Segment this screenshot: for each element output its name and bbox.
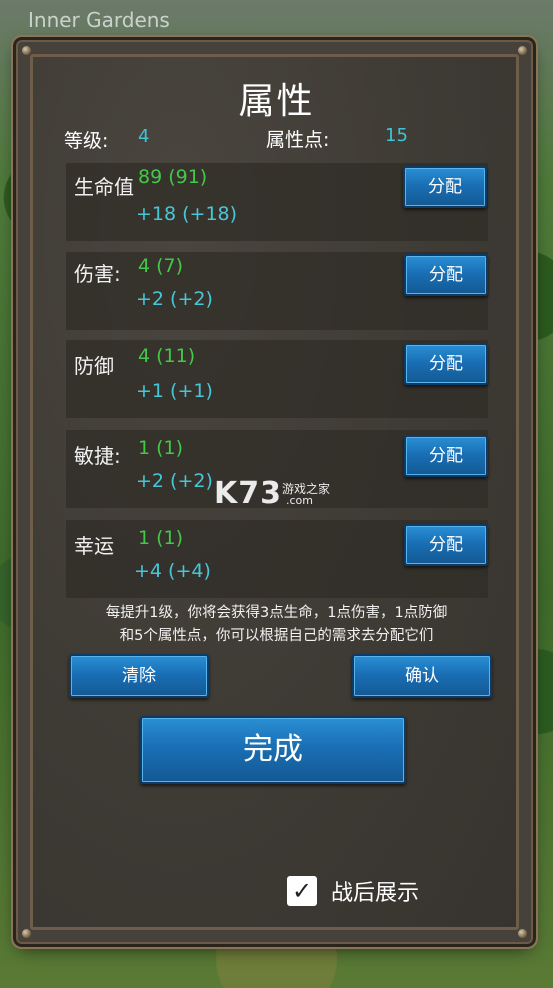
stat-name: 生命值 — [74, 175, 134, 199]
checkmark-icon: ✓ — [291, 877, 313, 905]
attribute-points-label: 属性点: — [266, 129, 330, 151]
stat-current-value: 4 (7) — [138, 255, 184, 277]
stat-current-value: 1 (1) — [138, 527, 184, 549]
clear-button[interactable]: 清除 — [69, 654, 209, 698]
level-up-note-line2: 和5个属性点，你可以根据自己的需求去分配它们 — [119, 628, 434, 644]
rivet-icon — [22, 929, 31, 938]
stat-name: 敏捷: — [74, 444, 121, 468]
show-after-battle-checkbox[interactable]: ✓ — [287, 876, 317, 906]
allocate-hp-button[interactable]: 分配 — [403, 166, 487, 208]
map-location-name: Inner Gardens — [28, 8, 170, 32]
stat-name: 防御 — [74, 354, 114, 378]
watermark-logo: K73 — [214, 476, 282, 511]
rivet-icon — [518, 46, 527, 55]
stat-bonus-value: +1 (+1) — [136, 380, 213, 402]
stat-name: 伤害: — [74, 262, 121, 286]
level-label: 等级: — [64, 130, 109, 152]
k73-watermark: K73 游戏之家 .com — [214, 476, 330, 511]
watermark-domain: .com — [286, 494, 313, 507]
rivet-icon — [22, 46, 31, 55]
attribute-points-value: 15 — [385, 125, 408, 146]
stat-bonus-value: +18 (+18) — [136, 203, 238, 225]
done-button[interactable]: 完成 — [140, 716, 406, 784]
allocate-defense-button[interactable]: 分配 — [404, 343, 488, 385]
level-up-note-line1: 每提升1级，你将会获得3点生命，1点伤害，1点防御 — [105, 605, 448, 621]
stat-bonus-value: +2 (+2) — [136, 288, 213, 310]
panel-title: 属性 — [238, 81, 315, 122]
stat-name: 幸运 — [74, 534, 114, 558]
level-value: 4 — [138, 126, 150, 147]
stat-current-value: 4 (11) — [138, 345, 196, 367]
stat-bonus-value: +4 (+4) — [134, 560, 211, 582]
allocate-agility-button[interactable]: 分配 — [404, 435, 488, 477]
stat-current-value: 1 (1) — [138, 437, 184, 459]
allocate-damage-button[interactable]: 分配 — [404, 254, 488, 296]
stat-bonus-value: +2 (+2) — [136, 470, 213, 492]
stat-current-value: 89 (91) — [138, 166, 208, 188]
allocate-luck-button[interactable]: 分配 — [404, 524, 488, 566]
rivet-icon — [518, 929, 527, 938]
show-after-battle-label: 战后展示 — [331, 881, 420, 906]
confirm-button[interactable]: 确认 — [352, 654, 492, 698]
